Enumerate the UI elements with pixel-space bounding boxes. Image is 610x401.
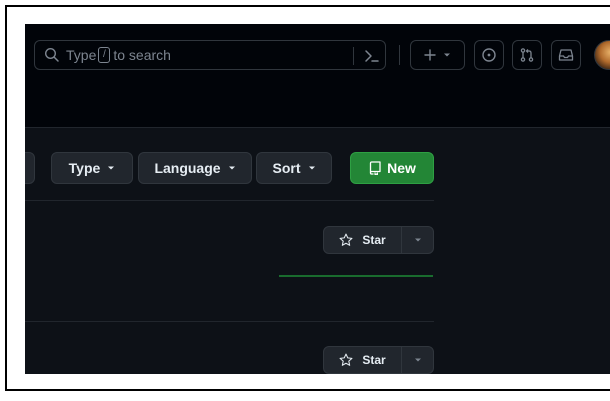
language-filter-label: Language (154, 160, 221, 176)
star-button-group: Star (323, 346, 434, 374)
create-new-button[interactable] (410, 40, 465, 70)
repository-filter-bar: Type Language Sort New (25, 152, 610, 184)
star-button-group: Star (323, 226, 434, 254)
search-placeholder: Type / to search (66, 47, 171, 63)
search-icon (44, 47, 59, 62)
search-placeholder-prefix: Type (66, 47, 97, 63)
search-placeholder-suffix: to search (113, 47, 171, 63)
star-icon (339, 233, 353, 246)
plus-icon (424, 49, 436, 61)
chevron-down-icon (444, 53, 450, 57)
new-repository-button[interactable]: New (350, 152, 434, 184)
issue-icon (482, 48, 496, 62)
star-list-dropdown[interactable] (402, 347, 433, 373)
issues-button[interactable] (474, 40, 504, 70)
header-divider (399, 45, 400, 65)
activity-sparkline (279, 275, 433, 277)
list-divider (25, 321, 434, 322)
inbox-button[interactable] (551, 40, 581, 70)
user-avatar[interactable] (594, 40, 610, 70)
star-label: Star (362, 353, 386, 367)
star-list-dropdown[interactable] (402, 227, 433, 253)
search-repositories-input-edge[interactable] (25, 152, 35, 184)
inbox-icon (558, 49, 574, 61)
search-divider (353, 47, 354, 65)
star-button[interactable]: Star (324, 347, 402, 373)
language-filter-button[interactable]: Language (138, 152, 252, 184)
sort-button[interactable]: Sort (256, 152, 332, 184)
top-header: Type / to search (25, 24, 610, 128)
command-palette-icon[interactable] (363, 47, 381, 65)
github-repositories-page: Type / to search Type Language Sort New … (25, 24, 610, 374)
chevron-down-icon (308, 166, 315, 170)
star-icon (339, 353, 353, 366)
chevron-down-icon (228, 166, 235, 170)
pull-request-icon (520, 48, 534, 62)
list-divider (25, 200, 434, 201)
star-label: Star (362, 233, 386, 247)
chevron-down-icon (414, 238, 421, 242)
star-button[interactable]: Star (324, 227, 402, 253)
sort-label: Sort (272, 160, 301, 176)
slash-key-hint: / (98, 47, 111, 63)
chevron-down-icon (414, 358, 421, 362)
new-button-label: New (387, 160, 416, 176)
type-filter-label: Type (68, 160, 101, 176)
repo-icon (369, 161, 381, 175)
type-filter-button[interactable]: Type (51, 152, 133, 184)
pull-requests-button[interactable] (512, 40, 542, 70)
chevron-down-icon (108, 166, 115, 170)
search-input[interactable]: Type / to search (34, 40, 386, 70)
